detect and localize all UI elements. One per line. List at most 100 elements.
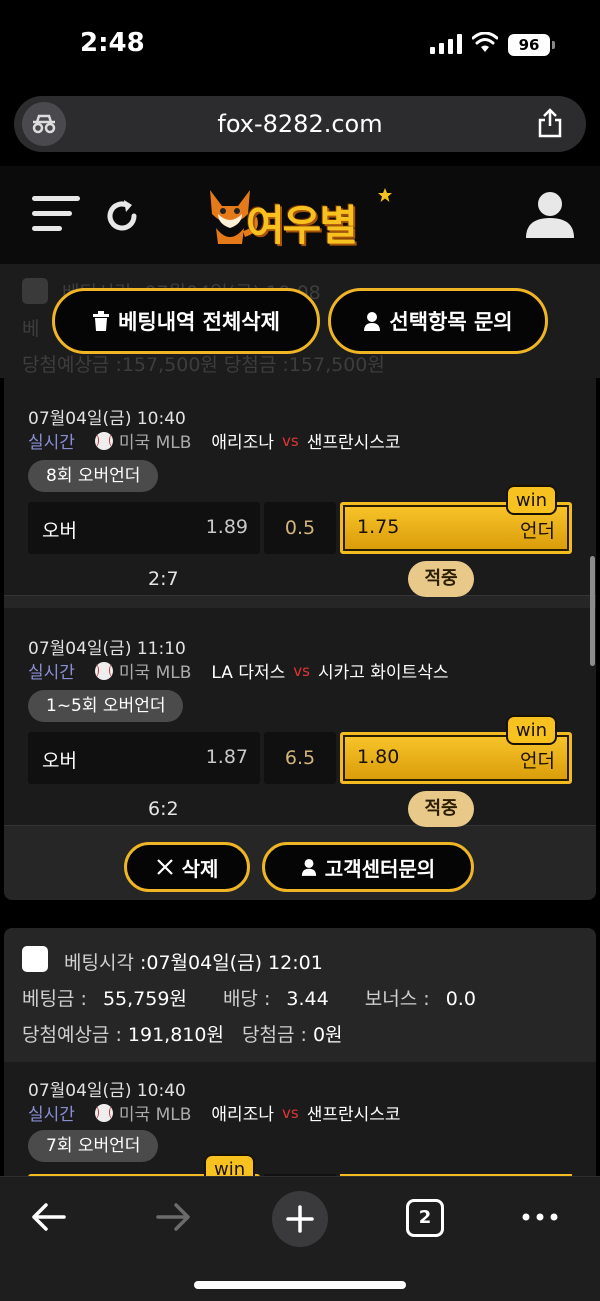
under-odds: 1.80 [357, 746, 400, 768]
home-team: LA 다저스 [211, 663, 286, 683]
over-odds: 1.87 [205, 746, 248, 768]
site-header: 여우별 [0, 166, 600, 264]
previous-bet-stake: 베 [22, 318, 40, 340]
forward-button[interactable] [146, 1195, 202, 1239]
over-odds-button[interactable]: 오버 1.89 [28, 502, 260, 554]
match-datetime: 07월04일(금) 10:40 [28, 409, 186, 429]
market-tag: 8회 오버언더 [28, 460, 159, 492]
back-button[interactable] [20, 1195, 76, 1239]
bonus-value: 0.0 [445, 988, 476, 1010]
match-row: 07월04일(금) 11:10 실시간 미국 MLB LA 다저스 vs 시카고… [4, 608, 596, 827]
delete-all-history-button[interactable]: 베팅내역 전체삭제 [52, 288, 320, 354]
agent-icon [364, 312, 381, 331]
more-dots-icon [522, 1213, 558, 1221]
share-icon[interactable] [536, 108, 564, 138]
over-label: 오버 [42, 750, 77, 772]
bonus-label: 보너스 : [364, 988, 430, 1010]
under-odds-button[interactable]: 1.75 언더 win [340, 485, 572, 554]
menu-icon[interactable] [32, 196, 80, 236]
site-logo[interactable]: 여우별 [202, 182, 402, 252]
arrow-left-icon [32, 1203, 66, 1231]
under-odds-button[interactable]: 1.80 언더 win [340, 715, 572, 784]
odds-value: 3.44 [286, 988, 329, 1010]
handicap-line: 6.5 [264, 732, 336, 784]
tab-switcher-button[interactable]: 2 [406, 1199, 444, 1237]
inquire-selected-button[interactable]: 선택항목 문의 [328, 288, 548, 354]
league-label: 미국 MLB [118, 1105, 192, 1125]
win-badge: win [505, 715, 557, 745]
customer-support-label: 고객센터문의 [324, 856, 436, 881]
user-account-icon[interactable] [524, 188, 576, 240]
handicap-line: 0.5 [264, 502, 336, 554]
cellular-signal-icon [430, 34, 462, 54]
delete-button[interactable]: 삭제 [124, 842, 250, 892]
league-label: 미국 MLB [118, 433, 192, 453]
under-odds: 1.75 [357, 516, 400, 538]
star-icon [378, 188, 392, 202]
result-badge: 적중 [408, 561, 474, 597]
arrow-right-icon [156, 1203, 190, 1231]
url-text[interactable]: fox-8282.com [14, 110, 586, 138]
live-label: 실시간 [28, 663, 75, 683]
payout-value: 0원 [312, 1024, 343, 1046]
home-team: 애리조나 [211, 1105, 274, 1125]
home-indicator[interactable] [194, 1281, 406, 1289]
scrollbar[interactable] [590, 556, 595, 666]
bet-slip-card: 07월04일(금) 10:40 실시간 미국 MLB 애리조나 vs 샌프란시스… [4, 378, 596, 900]
market-tag: 7회 오버언더 [28, 1130, 159, 1162]
match-datetime: 07월04일(금) 11:10 [28, 639, 186, 659]
over-odds: 1.89 [205, 516, 248, 538]
match-info: 실시간 미국 MLB 애리조나 vs 샌프란시스코 [28, 1100, 401, 1125]
vs-label: vs [281, 431, 299, 450]
bet-slip-card: 베팅시각 :07월04일(금) 12:01 베팅금 : 55,759원 배당 :… [4, 928, 596, 1188]
live-label: 실시간 [28, 433, 75, 453]
more-button[interactable] [512, 1195, 568, 1239]
baseball-icon [94, 661, 113, 680]
agent-icon [301, 859, 316, 876]
match-datetime: 07월04일(금) 10:40 [28, 1081, 186, 1101]
away-team: 샌프란시스코 [306, 1105, 401, 1125]
payout-row: 당첨예상금 : 191,810원 당첨금 : 0원 [22, 1020, 343, 1047]
final-score: 2:7 [148, 568, 179, 590]
match-info: 실시간 미국 MLB 애리조나 vs 샌프란시스코 [28, 428, 401, 453]
live-label: 실시간 [28, 1105, 75, 1125]
over-odds-button[interactable]: 오버 1.87 [28, 732, 260, 784]
status-bar: 2:48 96 [0, 0, 600, 90]
match-row: 07월04일(금) 10:40 실시간 미국 MLB 애리조나 vs 샌프란시스… [4, 1062, 596, 1188]
final-score: 6:2 [148, 798, 179, 820]
stake-label: 베팅금 : [22, 988, 87, 1010]
battery-icon: 96 [508, 34, 555, 56]
under-label: 언더 [520, 520, 555, 542]
logo-text: 여우별 [246, 201, 358, 250]
vs-label: vs [281, 1103, 299, 1122]
bet-time-label: 베팅시각 [64, 952, 134, 974]
match-info: 실시간 미국 MLB LA 다저스 vs 시카고 화이트삭스 [28, 658, 448, 683]
address-bar[interactable]: fox-8282.com [14, 96, 586, 152]
away-team: 시카고 화이트삭스 [317, 663, 449, 683]
expected-value: 191,810원 [127, 1024, 224, 1046]
market-tag: 1~5회 오버언더 [28, 690, 184, 722]
odds-label: 배당 : [222, 988, 271, 1010]
customer-support-button[interactable]: 고객센터문의 [262, 842, 474, 892]
over-label: 오버 [42, 520, 77, 542]
new-tab-button[interactable] [272, 1191, 328, 1247]
expected-label: 당첨예상금 : [22, 1024, 122, 1046]
inquire-selected-label: 선택항목 문의 [389, 310, 513, 334]
plus-icon [286, 1205, 314, 1233]
bet-time-value: :07월04일(금) 12:01 [139, 952, 323, 974]
refresh-icon[interactable] [102, 196, 142, 236]
odds-row: 오버 1.87 6.5 1.80 언더 win [28, 715, 572, 784]
previous-bet-checkbox[interactable] [22, 278, 48, 304]
match-row: 07월04일(금) 10:40 실시간 미국 MLB 애리조나 vs 샌프란시스… [4, 378, 596, 597]
odds-row: 오버 1.89 0.5 1.75 언더 win [28, 485, 572, 554]
browser-toolbar: 2 [0, 1176, 600, 1301]
bet-actions: 삭제 고객센터문의 [4, 842, 596, 894]
delete-label: 삭제 [181, 856, 219, 881]
home-team: 애리조나 [211, 433, 274, 453]
win-badge: win [505, 485, 557, 515]
wifi-icon [472, 32, 498, 52]
status-time: 2:48 [80, 28, 145, 58]
select-checkbox[interactable] [22, 946, 48, 972]
trash-icon [93, 311, 110, 331]
baseball-icon [94, 431, 113, 450]
